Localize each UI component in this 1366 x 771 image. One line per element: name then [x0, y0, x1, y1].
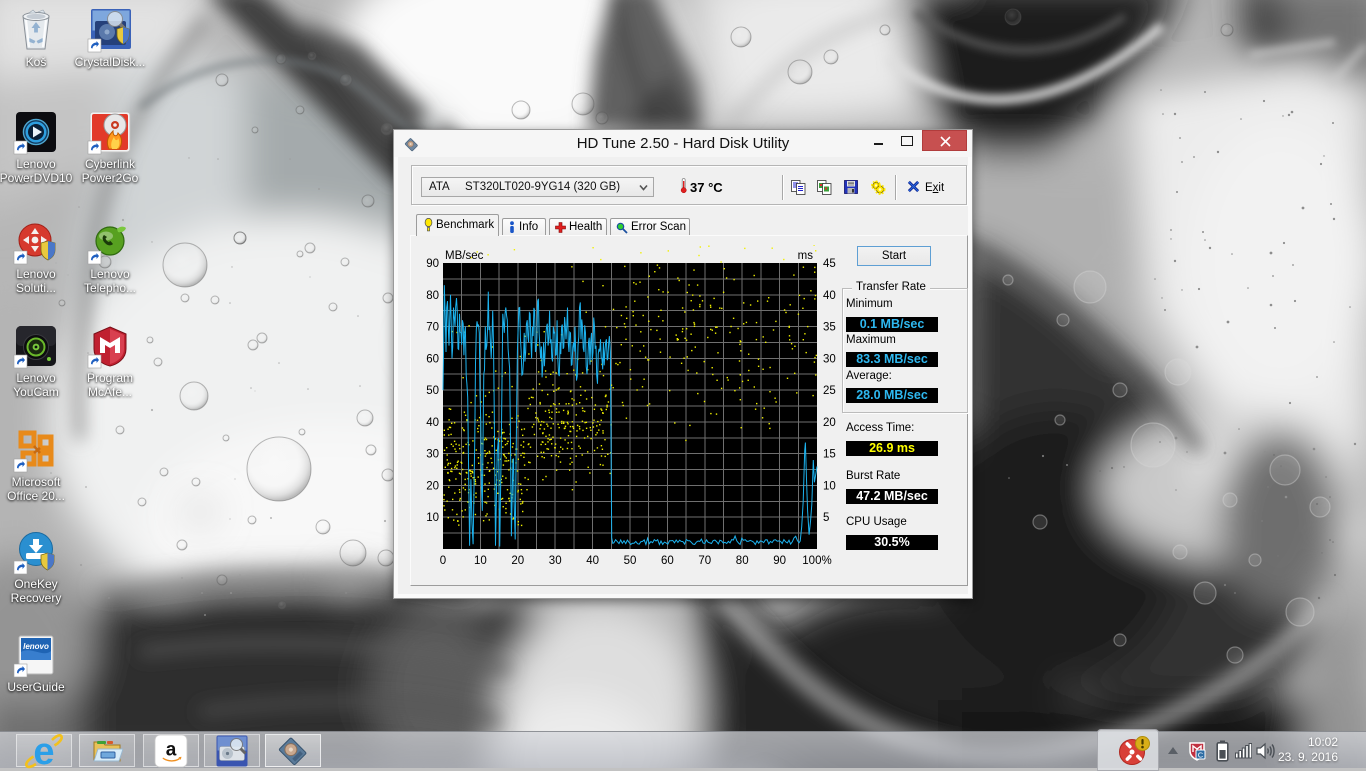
svg-text:25: 25 — [823, 385, 836, 397]
svg-text:35: 35 — [823, 322, 836, 334]
svg-text:80: 80 — [426, 290, 439, 302]
svg-text:40: 40 — [823, 290, 836, 302]
svg-text:50: 50 — [426, 385, 439, 397]
svg-text:10: 10 — [474, 555, 487, 567]
svg-text:90: 90 — [773, 555, 786, 567]
svg-text:70: 70 — [426, 322, 439, 334]
svg-text:a: a — [166, 739, 177, 760]
svg-text:20: 20 — [823, 417, 836, 429]
svg-text:40: 40 — [586, 555, 599, 567]
svg-text:C: C — [1198, 751, 1204, 760]
svg-text:15: 15 — [823, 449, 836, 461]
svg-text:70: 70 — [698, 555, 711, 567]
svg-text:ms: ms — [798, 250, 814, 262]
svg-text:10: 10 — [426, 512, 439, 524]
svg-text:30: 30 — [549, 555, 562, 567]
svg-text:100%: 100% — [802, 555, 831, 567]
svg-text:0: 0 — [440, 555, 446, 567]
svg-text:60: 60 — [661, 555, 674, 567]
svg-text:10: 10 — [823, 480, 836, 492]
svg-text:5: 5 — [823, 512, 829, 524]
svg-text:90: 90 — [426, 258, 439, 270]
svg-text:20: 20 — [426, 480, 439, 492]
svg-text:e: e — [33, 733, 54, 769]
svg-text:30: 30 — [426, 449, 439, 461]
svg-text:lenovo: lenovo — [23, 642, 49, 651]
svg-text:40: 40 — [426, 417, 439, 429]
svg-text:20: 20 — [511, 555, 524, 567]
svg-text:50: 50 — [624, 555, 637, 567]
svg-text:45: 45 — [823, 258, 836, 270]
svg-text:30: 30 — [823, 353, 836, 365]
svg-text:MB/sec: MB/sec — [445, 250, 484, 262]
svg-text:60: 60 — [426, 353, 439, 365]
svg-text:80: 80 — [736, 555, 749, 567]
